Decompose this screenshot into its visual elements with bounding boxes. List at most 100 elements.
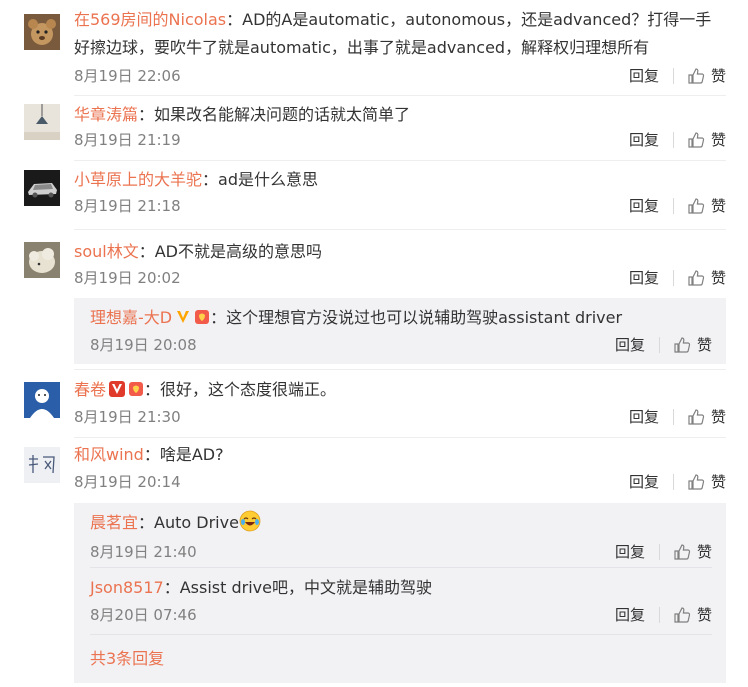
comment-text: ad是什么意思: [218, 170, 318, 189]
like-button[interactable]: 赞: [687, 267, 726, 289]
like-label: 赞: [710, 67, 726, 85]
reply-username[interactable]: 晨茗宜: [90, 513, 138, 532]
reply-button[interactable]: 回复: [615, 541, 645, 563]
reply-meta: 8月19日 21:40 回复 赞: [90, 541, 712, 563]
like-label: 赞: [696, 543, 712, 561]
more-replies-link[interactable]: 共3条回复: [90, 645, 164, 669]
reply-meta: 8月20日 07:46 回复 赞: [90, 604, 712, 626]
verified-v-icon[interactable]: [109, 381, 126, 397]
like-label: 赞: [696, 336, 712, 354]
action-divider: [658, 337, 660, 353]
sub-reply-box: 晨茗宜：Auto Drive 8月19日 21:40 回复 赞 Json8517…: [74, 503, 726, 683]
comment-time: 8月19日 21:19: [74, 131, 181, 149]
thumbs-up-icon: [688, 132, 705, 148]
thumbs-up-icon: [674, 544, 691, 560]
like-label: 赞: [710, 269, 726, 287]
like-button[interactable]: 赞: [673, 334, 712, 356]
comment-meta: 8月19日 21:18 回复 赞: [74, 195, 726, 217]
action-divider: [672, 270, 674, 286]
fan-badge-icon[interactable]: [194, 309, 210, 325]
like-label: 赞: [696, 606, 712, 624]
car-model-avatar[interactable]: [24, 170, 60, 206]
thumbs-up-icon: [688, 409, 705, 425]
action-divider: [672, 474, 674, 490]
comment-divider: [74, 160, 726, 161]
thumbs-up-icon: [674, 337, 691, 353]
comment-time: 8月19日 20:02: [74, 269, 181, 287]
sub-reply-box: 理想嘉-大D ：这个理想官方没说过也可以说辅助驾驶assistant driver…: [74, 298, 726, 364]
like-label: 赞: [710, 408, 726, 426]
reply-button[interactable]: 回复: [615, 604, 645, 626]
thumbs-up-icon: [688, 68, 705, 84]
like-button[interactable]: 赞: [687, 195, 726, 217]
reply-button[interactable]: 回复: [615, 334, 645, 356]
comment-meta: 8月19日 21:19 回复 赞: [74, 129, 726, 151]
thumbs-up-icon: [674, 607, 691, 623]
calligraphy-avatar[interactable]: [24, 447, 60, 483]
comment-text: 如果改名能解决问题的话就太简单了: [154, 105, 411, 124]
sub-reply-divider: [90, 567, 712, 568]
reply-text: 这个理想官方没说过也可以说辅助驾驶assistant driver: [226, 308, 623, 327]
like-button[interactable]: 赞: [687, 406, 726, 428]
action-divider: [658, 544, 660, 560]
comment-divider: [74, 229, 726, 230]
action-divider: [672, 409, 674, 425]
like-button[interactable]: 赞: [687, 65, 726, 87]
action-divider: [672, 132, 674, 148]
like-button[interactable]: 赞: [673, 604, 712, 626]
reply-meta: 8月19日 20:08 回复 赞: [90, 334, 712, 356]
comment-username[interactable]: 在569房间的Nicolas: [74, 10, 226, 29]
reply-time: 8月19日 20:08: [90, 336, 197, 354]
thumbs-up-icon: [688, 198, 705, 214]
sub-reply-divider: [90, 634, 712, 635]
reply-button[interactable]: 回复: [629, 267, 659, 289]
cartoon-person-avatar[interactable]: [24, 382, 60, 418]
comment-time: 8月19日 21:30: [74, 408, 181, 426]
reply-button[interactable]: 回复: [629, 65, 659, 87]
action-divider: [672, 68, 674, 84]
thumbs-up-icon: [688, 474, 705, 490]
reply-text: Assist drive吧，中文就是辅助驾驶: [179, 578, 432, 597]
lamp-avatar[interactable]: [24, 104, 60, 140]
comment-meta: 8月19日 22:06 回复 赞: [74, 65, 726, 87]
comment-meta: 8月19日 20:14 回复 赞: [74, 471, 726, 493]
action-divider: [658, 607, 660, 623]
reply-username[interactable]: 理想嘉-大D: [90, 308, 172, 327]
reply-time: 8月20日 07:46: [90, 606, 197, 624]
comment-text: AD不就是高级的意思吗: [154, 242, 323, 261]
reply-button[interactable]: 回复: [629, 406, 659, 428]
action-divider: [672, 198, 674, 214]
like-button[interactable]: 赞: [687, 129, 726, 151]
fan-badge-icon[interactable]: [128, 381, 144, 397]
teddy-bear-avatar[interactable]: [24, 14, 60, 50]
comment-text: 很好，这个态度很端正。: [160, 380, 337, 399]
comment-username[interactable]: soul林文: [74, 242, 139, 261]
comment-time: 8月19日 22:06: [74, 67, 181, 85]
comment-username[interactable]: 和风wind: [74, 445, 144, 464]
comment-divider: [74, 437, 726, 438]
sheep-avatar[interactable]: [24, 242, 60, 278]
like-label: 赞: [710, 473, 726, 491]
reply-time: 8月19日 21:40: [90, 543, 197, 561]
like-label: 赞: [710, 197, 726, 215]
comment-time: 8月19日 21:18: [74, 197, 181, 215]
verified-v-icon[interactable]: [175, 309, 191, 325]
comment-username[interactable]: 华章涛篇: [74, 105, 138, 124]
like-button[interactable]: 赞: [687, 471, 726, 493]
reply-button[interactable]: 回复: [629, 195, 659, 217]
comment-meta: 8月19日 21:30 回复 赞: [74, 406, 726, 428]
thumbs-up-icon: [688, 270, 705, 286]
like-button[interactable]: 赞: [673, 541, 712, 563]
comment-list: 在569房间的Nicolas：AD的A是automatic，autonomous…: [0, 0, 748, 687]
comment-text: 啥是AD?: [159, 445, 224, 464]
comment-time: 8月19日 20:14: [74, 473, 181, 491]
reply-username[interactable]: Json8517: [90, 578, 164, 597]
comment-meta: 8月19日 20:02 回复 赞: [74, 267, 726, 289]
reply-button[interactable]: 回复: [629, 471, 659, 493]
laughing-tears-emoji: [239, 510, 261, 532]
comment-username[interactable]: 小草原上的大羊驼: [74, 170, 202, 189]
reply-button[interactable]: 回复: [629, 129, 659, 151]
like-label: 赞: [710, 131, 726, 149]
comment-username[interactable]: 春卷: [74, 380, 106, 399]
comment-divider: [74, 95, 726, 96]
